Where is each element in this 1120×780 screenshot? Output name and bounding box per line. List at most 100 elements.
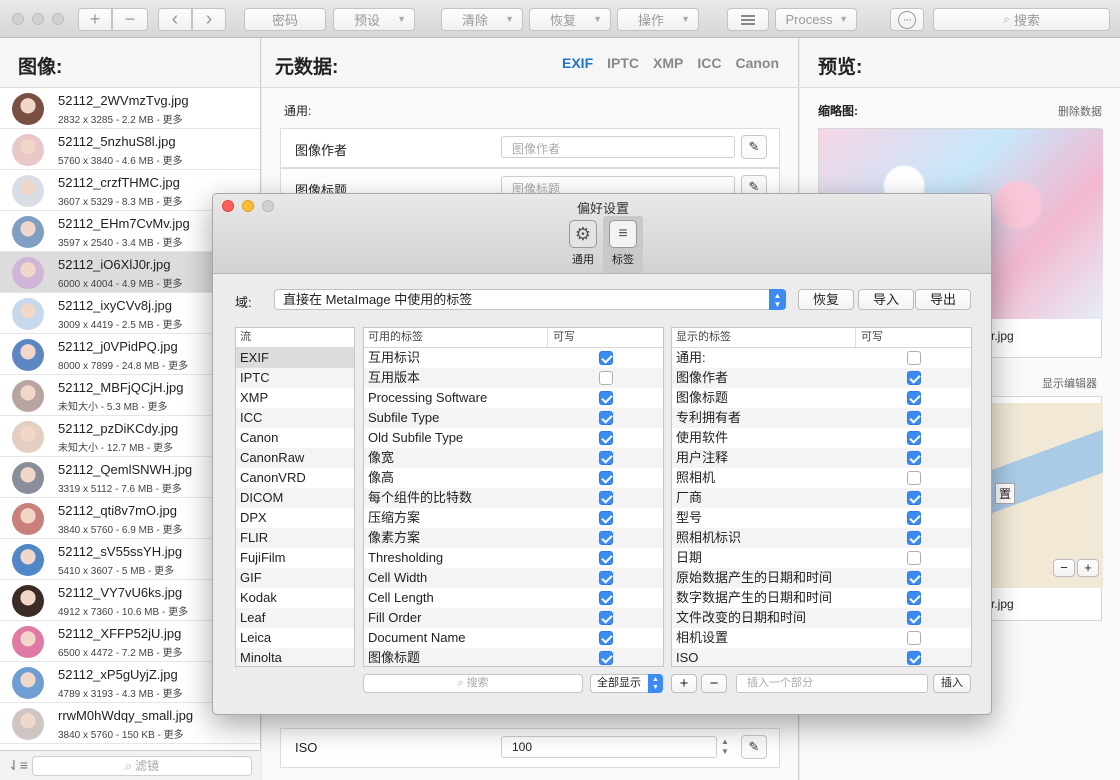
stream-item[interactable]: GIF bbox=[236, 568, 354, 588]
writable-checkbox[interactable] bbox=[907, 531, 921, 545]
tab-iptc[interactable]: IPTC bbox=[607, 55, 639, 71]
writable-checkbox[interactable] bbox=[599, 511, 613, 525]
writable-checkbox[interactable] bbox=[907, 491, 921, 505]
back-button[interactable]: ‹ bbox=[158, 8, 192, 31]
writable-checkbox[interactable] bbox=[907, 411, 921, 425]
available-tag-row[interactable]: 互用标识 bbox=[364, 348, 663, 368]
writable-checkbox[interactable] bbox=[907, 471, 921, 485]
add-image-button[interactable]: + bbox=[78, 8, 112, 31]
remove-image-button[interactable]: − bbox=[112, 8, 148, 31]
available-tag-row[interactable]: 压缩方案 bbox=[364, 508, 663, 528]
shown-tag-row[interactable]: 相机设置 bbox=[672, 628, 971, 648]
writable-checkbox[interactable] bbox=[599, 451, 613, 465]
edit-pencil-icon[interactable]: ✎ bbox=[741, 735, 767, 759]
writable-checkbox[interactable] bbox=[599, 571, 613, 585]
writable-checkbox[interactable] bbox=[599, 491, 613, 505]
author-input[interactable]: 图像作者 bbox=[501, 136, 735, 158]
restore-dropdown[interactable]: 恢复 ▼ bbox=[529, 8, 611, 31]
edit-pencil-icon[interactable]: ✎ bbox=[741, 135, 767, 159]
iso-stepper[interactable]: ▲ ▼ bbox=[721, 737, 733, 759]
writable-checkbox[interactable] bbox=[907, 651, 921, 665]
writable-checkbox[interactable] bbox=[907, 591, 921, 605]
writable-checkbox[interactable] bbox=[599, 551, 613, 565]
stream-item[interactable]: XMP bbox=[236, 388, 354, 408]
file-list-item[interactable]: 52112_2WVmzTvg.jpg 2832 x 3285 - 2.2 MB -… bbox=[0, 88, 260, 129]
available-tag-row[interactable]: Fill Order bbox=[364, 608, 663, 628]
minimize-window-button[interactable] bbox=[32, 13, 44, 25]
shown-tag-row[interactable]: 厂商 bbox=[672, 488, 971, 508]
shown-tag-row[interactable]: 照相机 bbox=[672, 468, 971, 488]
action-dropdown[interactable]: 操作 ▼ bbox=[617, 8, 699, 31]
stream-item[interactable]: FujiFilm bbox=[236, 548, 354, 568]
available-tag-row[interactable]: Cell Length bbox=[364, 588, 663, 608]
stream-item[interactable]: CanonVRD bbox=[236, 468, 354, 488]
available-tag-row[interactable]: Processing Software bbox=[364, 388, 663, 408]
writable-checkbox[interactable] bbox=[599, 591, 613, 605]
add-tag-button[interactable]: + bbox=[671, 674, 697, 693]
map-button[interactable]: 置 bbox=[995, 483, 1016, 504]
process-dropdown[interactable]: Process ▼ bbox=[775, 8, 857, 31]
available-tag-row[interactable]: 像宽 bbox=[364, 448, 663, 468]
export-button[interactable]: 导出 bbox=[915, 289, 971, 310]
available-tag-row[interactable]: 像高 bbox=[364, 468, 663, 488]
stream-item[interactable]: ICC bbox=[236, 408, 354, 428]
writable-checkbox[interactable] bbox=[599, 391, 613, 405]
stream-item[interactable]: DICOM bbox=[236, 488, 354, 508]
writable-checkbox[interactable] bbox=[907, 631, 921, 645]
map-zoom-out-button[interactable]: − bbox=[1053, 559, 1075, 577]
shown-tag-row[interactable]: 原始数据产生的日期和时间 bbox=[672, 568, 971, 588]
list-view-button[interactable] bbox=[727, 8, 769, 31]
tab-icc[interactable]: ICC bbox=[697, 55, 721, 71]
stream-item[interactable]: FLIR bbox=[236, 528, 354, 548]
search-field[interactable]: ⌕ 搜索 bbox=[933, 8, 1110, 31]
shown-tag-row[interactable]: 专利拥有者 bbox=[672, 408, 971, 428]
tab-tags[interactable]: ≡ 标签 bbox=[603, 216, 643, 273]
stream-item[interactable]: IPTC bbox=[236, 368, 354, 388]
filter-input[interactable]: ⌕ 滤镜 bbox=[32, 756, 252, 776]
stream-item[interactable]: Kodak bbox=[236, 588, 354, 608]
stream-item[interactable]: Leica bbox=[236, 628, 354, 648]
insert-button[interactable]: 插入 bbox=[933, 674, 971, 693]
shown-tag-row[interactable]: 用户注释 bbox=[672, 448, 971, 468]
available-tag-row[interactable]: Document Name bbox=[364, 628, 663, 648]
available-tag-row[interactable]: Subfile Type bbox=[364, 408, 663, 428]
writable-checkbox[interactable] bbox=[599, 631, 613, 645]
writable-checkbox[interactable] bbox=[907, 371, 921, 385]
available-tag-row[interactable]: Old Subfile Type bbox=[364, 428, 663, 448]
tab-xmp[interactable]: XMP bbox=[653, 55, 683, 71]
domain-select[interactable]: 直接在 MetaImage 中使用的标签 ▲ ▼ bbox=[274, 289, 786, 310]
writable-checkbox[interactable] bbox=[599, 411, 613, 425]
writable-checkbox[interactable] bbox=[599, 431, 613, 445]
shown-tag-row[interactable]: 日期 bbox=[672, 548, 971, 568]
shown-tag-row[interactable]: 图像作者 bbox=[672, 368, 971, 388]
stream-item[interactable]: Minolta bbox=[236, 648, 354, 666]
stream-item[interactable]: Canon bbox=[236, 428, 354, 448]
writable-checkbox[interactable] bbox=[599, 651, 613, 665]
writable-checkbox[interactable] bbox=[907, 551, 921, 565]
close-window-button[interactable] bbox=[12, 13, 24, 25]
available-tag-row[interactable]: 图像标题 bbox=[364, 648, 663, 666]
file-list-item[interactable]: 52112_5nzhuS8l.jpg 5760 x 3840 - 4.6 MB -… bbox=[0, 129, 260, 170]
writable-checkbox[interactable] bbox=[907, 451, 921, 465]
writable-checkbox[interactable] bbox=[599, 371, 613, 385]
writable-checkbox[interactable] bbox=[907, 351, 921, 365]
shown-tag-row[interactable]: 使用软件 bbox=[672, 428, 971, 448]
map-zoom-in-button[interactable]: + bbox=[1077, 559, 1099, 577]
delete-data-link[interactable]: 删除数据 bbox=[1058, 103, 1102, 119]
available-tag-row[interactable]: 互用版本 bbox=[364, 368, 663, 388]
writable-checkbox[interactable] bbox=[907, 431, 921, 445]
iso-input[interactable]: 100 bbox=[501, 736, 717, 758]
tag-search-input[interactable]: ⌕ 搜索 bbox=[363, 674, 583, 693]
forward-button[interactable]: › bbox=[192, 8, 226, 31]
stream-item[interactable]: EXIF bbox=[236, 348, 354, 368]
writable-checkbox[interactable] bbox=[599, 611, 613, 625]
writable-checkbox[interactable] bbox=[907, 611, 921, 625]
import-button[interactable]: 导入 bbox=[858, 289, 914, 310]
shown-tag-row[interactable]: 图像标题 bbox=[672, 388, 971, 408]
available-tag-row[interactable]: Cell Width bbox=[364, 568, 663, 588]
writable-checkbox[interactable] bbox=[907, 511, 921, 525]
shown-tag-row[interactable]: 照相机标识 bbox=[672, 528, 971, 548]
restore-button[interactable]: 恢复 bbox=[798, 289, 854, 310]
preset-dropdown[interactable]: 预设 ▼ bbox=[333, 8, 415, 31]
password-button[interactable]: 密码 bbox=[244, 8, 326, 31]
